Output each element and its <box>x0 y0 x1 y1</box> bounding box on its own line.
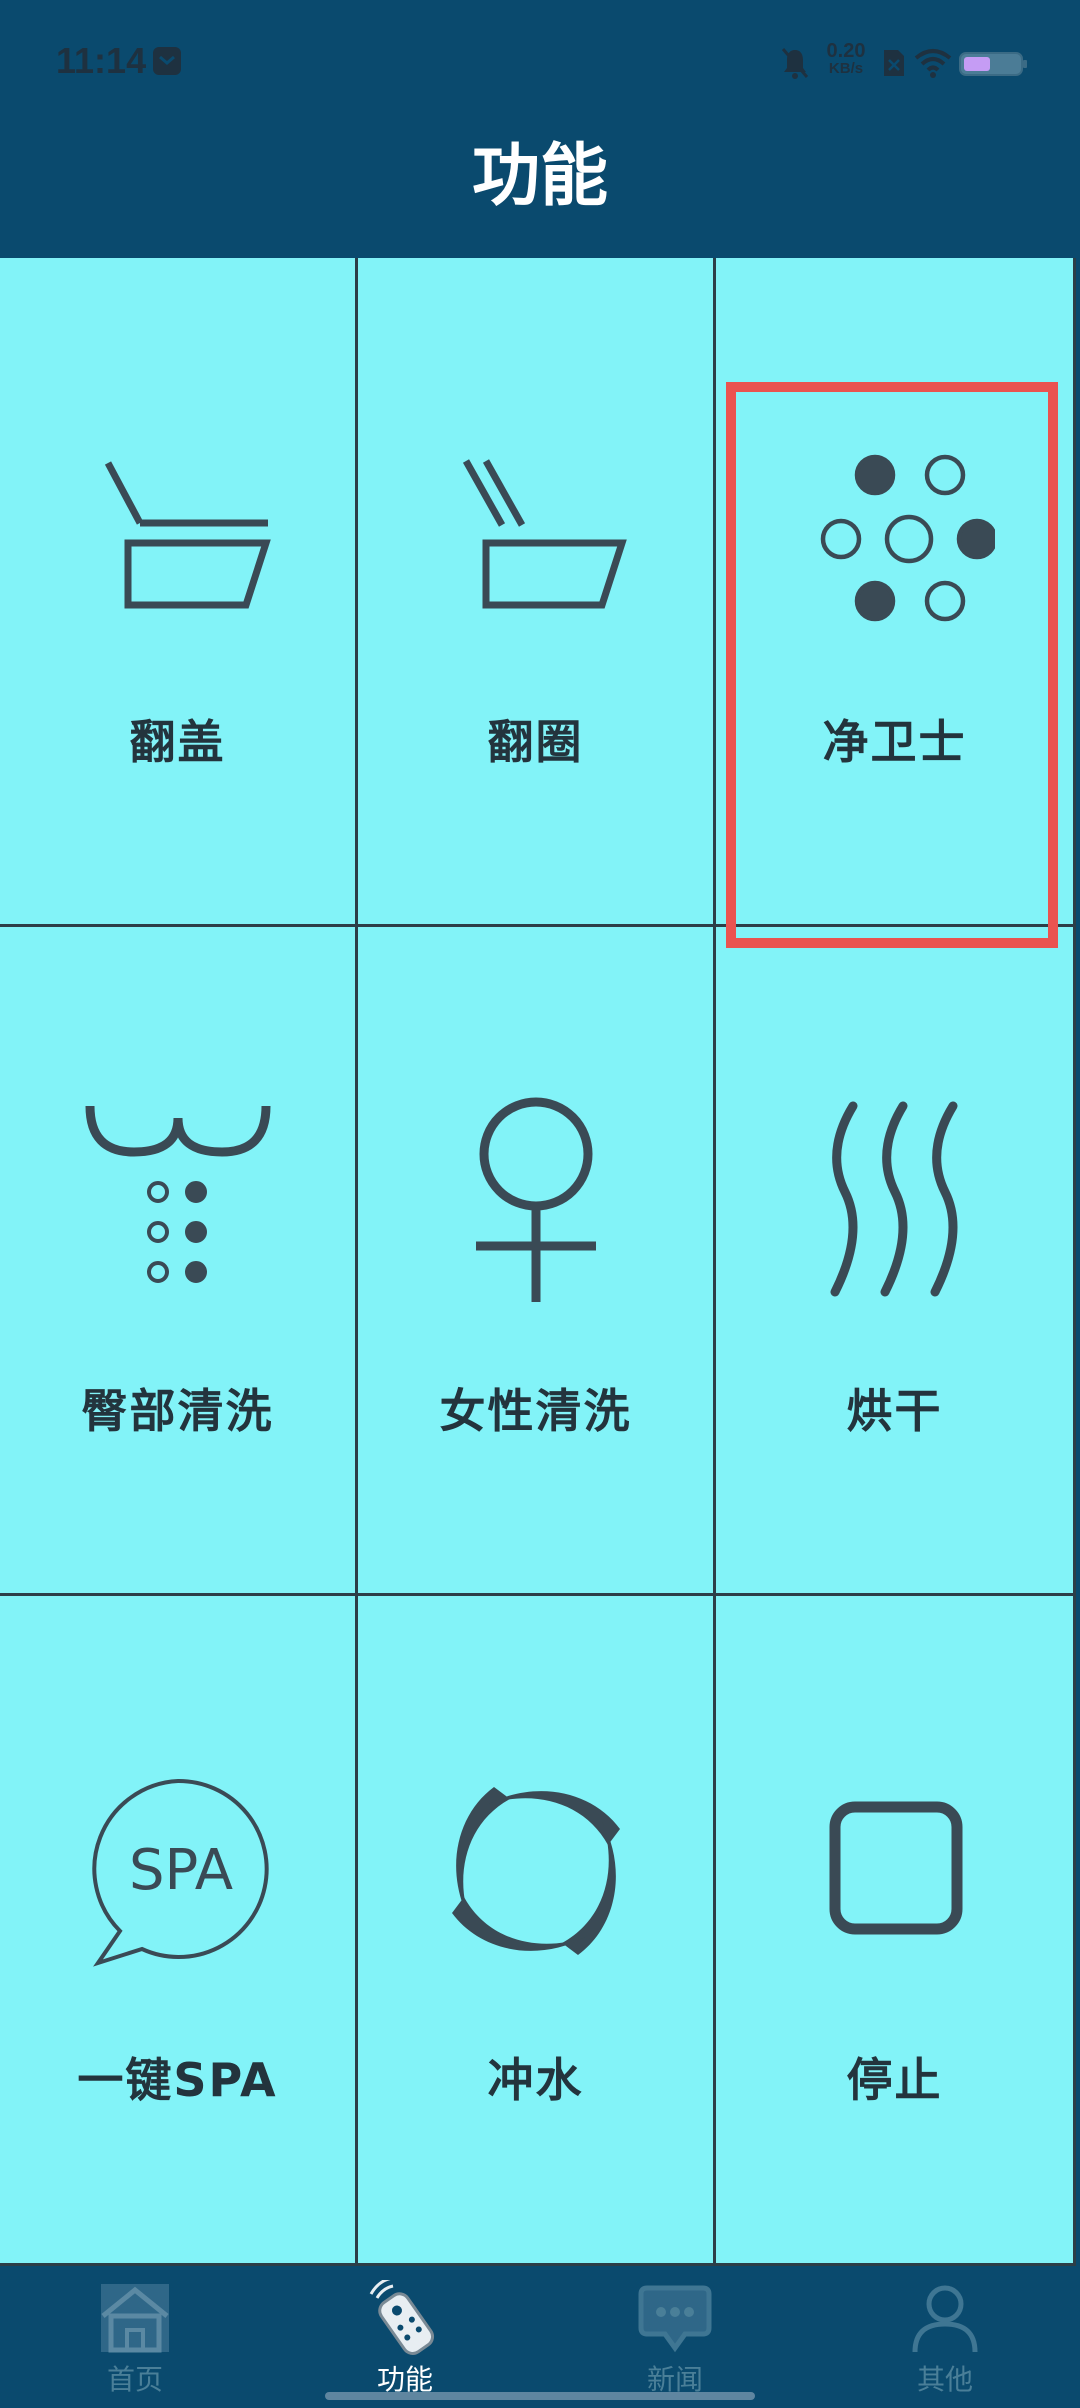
nav-item-function[interactable]: 功能 <box>270 2266 540 2408</box>
function-label: 停止 <box>846 2053 943 2107</box>
function-rear-wash[interactable]: 臀部清洗 <box>0 927 358 1596</box>
home-icon <box>101 2284 169 2353</box>
network-speed-value: 0.20 <box>826 40 866 62</box>
function-stop[interactable]: 停止 <box>716 1596 1076 2266</box>
user-icon <box>912 2285 978 2353</box>
grid-edge <box>1076 258 1080 2266</box>
status-bar: 11:14 0.20 KB/s <box>0 0 1080 128</box>
status-time: 11:14 <box>56 40 147 81</box>
page-header: 功能 <box>0 128 1080 258</box>
sim-card-icon <box>884 50 904 76</box>
spa-icon-text: SPA <box>128 1838 232 1903</box>
network-speed: 0.20 KB/s <box>816 40 876 78</box>
function-lid-flip[interactable]: 翻盖 <box>0 258 358 927</box>
stop-square-icon <box>829 1801 962 1935</box>
nav-item-news[interactable]: 新闻 <box>540 2266 810 2408</box>
status-icons: 0.20 KB/s <box>780 40 1027 90</box>
nav-label: 其他 <box>916 2363 973 2396</box>
mute-bell-icon <box>781 48 809 79</box>
function-female-wash[interactable]: 女性清洗 <box>358 927 716 1596</box>
dry-heat-icon <box>830 1101 957 1297</box>
rear-wash-icon <box>85 1105 270 1283</box>
function-label: 翻圈 <box>487 715 584 769</box>
spa-bubble-icon: SPA <box>91 1778 269 1967</box>
flush-swirl-icon <box>451 1787 620 1955</box>
home-indicator[interactable] <box>325 2392 755 2400</box>
function-label: 冲水 <box>487 2053 584 2107</box>
lid-flip-icon <box>104 461 271 609</box>
nav-label: 首页 <box>106 2363 163 2396</box>
wifi-icon <box>914 49 952 78</box>
notification-app-icon <box>153 47 181 75</box>
function-one-key-spa[interactable]: SPA 一键SPA <box>0 1596 358 2266</box>
function-flush[interactable]: 冲水 <box>358 1596 716 2266</box>
nav-item-other[interactable]: 其他 <box>810 2266 1080 2408</box>
function-label: 臀部清洗 <box>81 1384 274 1438</box>
news-chat-icon <box>638 2285 712 2353</box>
selection-highlight <box>726 382 1058 948</box>
function-dry[interactable]: 烘干 <box>716 927 1076 1596</box>
function-label: 烘干 <box>846 1384 943 1438</box>
page-title: 功能 <box>471 137 608 216</box>
network-speed-unit: KB/s <box>828 60 864 77</box>
female-wash-icon <box>475 1097 596 1302</box>
remote-control-icon <box>369 2280 435 2355</box>
function-label: 翻盖 <box>129 715 226 769</box>
function-label: 女性清洗 <box>439 1384 632 1438</box>
function-seat-ring-flip[interactable]: 翻圈 <box>358 258 716 927</box>
seat-ring-flip-icon <box>462 459 627 609</box>
bottom-nav: 首页 功能 新闻 其他 <box>0 2266 1080 2408</box>
battery-icon <box>959 52 1027 76</box>
function-label: 一键SPA <box>77 2053 278 2107</box>
nav-item-home[interactable]: 首页 <box>0 2266 270 2408</box>
